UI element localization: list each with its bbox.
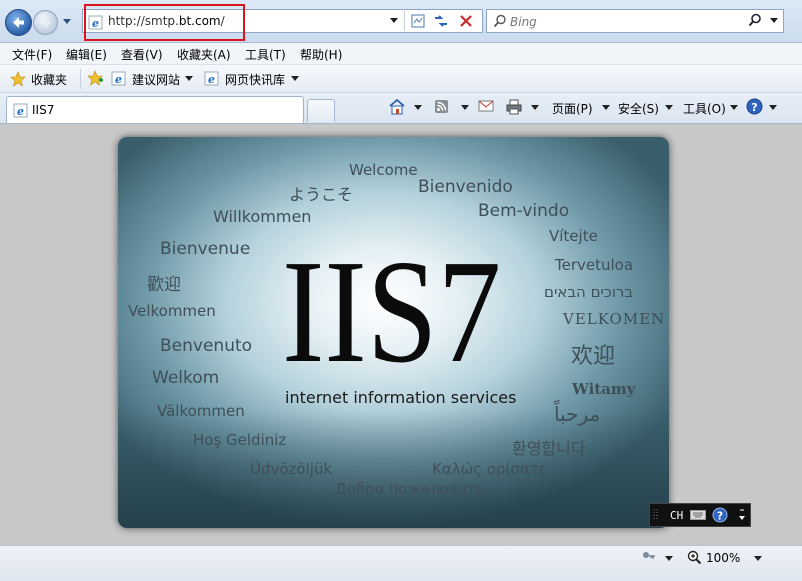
svg-text:e: e xyxy=(115,73,122,86)
menu-file[interactable]: 文件(F) xyxy=(12,46,52,63)
search-options-dropdown-icon[interactable] xyxy=(770,18,778,23)
welcome-word: Welcome xyxy=(349,161,418,179)
svg-text:?: ? xyxy=(717,510,723,523)
tab-iis7[interactable]: e IIS7 xyxy=(6,96,304,123)
feeds-dropdown-icon[interactable] xyxy=(461,105,469,110)
welcome-word: Bienvenido xyxy=(418,177,513,197)
welcome-word: Καλώς ορίσατε xyxy=(432,460,548,478)
search-placeholder[interactable]: Bing xyxy=(510,15,537,29)
safety-menu-button[interactable]: 安全(S) xyxy=(618,100,659,117)
welcome-word: Bienvenue xyxy=(160,239,251,259)
favorites-bar: 收藏夹 e 建议网站 e 网页快讯库 xyxy=(0,65,802,93)
welcome-word: Velkommen xyxy=(128,302,216,320)
home-icon[interactable] xyxy=(388,98,406,115)
back-button[interactable] xyxy=(5,9,32,36)
page-dropdown-icon[interactable] xyxy=(602,105,610,110)
menu-bar: 文件(F) 编辑(E) 查看(V) 收藏夹(A) 工具(T) 帮助(H) xyxy=(0,43,802,65)
read-mail-icon[interactable] xyxy=(478,100,494,112)
zoom-dropdown-icon[interactable] xyxy=(754,556,762,561)
welcome-word: Välkommen xyxy=(157,402,245,420)
suggested-sites-dropdown-icon[interactable] xyxy=(185,76,193,81)
welcome-word: Добро пожаловать xyxy=(335,480,485,498)
refresh-icon[interactable] xyxy=(432,13,450,29)
web-slice-gallery-dropdown-icon[interactable] xyxy=(291,76,299,81)
menu-favorites[interactable]: 收藏夹(A) xyxy=(177,46,231,63)
menu-help[interactable]: 帮助(H) xyxy=(300,46,342,63)
welcome-word: VELKOMEN xyxy=(563,310,666,328)
menu-edit[interactable]: 编辑(E) xyxy=(66,46,107,63)
forward-button[interactable] xyxy=(33,10,58,35)
language-bar-options-icon[interactable] xyxy=(738,507,746,523)
svg-text:e: e xyxy=(17,105,24,118)
favorites-button[interactable]: 收藏夹 xyxy=(31,71,67,88)
page-menu-button[interactable]: 页面(P) xyxy=(552,100,593,117)
security-zone-icon[interactable] xyxy=(641,550,657,564)
iis7-title: IIS7 xyxy=(282,230,502,394)
ie-page-icon: e xyxy=(111,71,126,86)
welcome-word: 환영합니다 xyxy=(512,439,586,458)
status-bar xyxy=(0,545,802,581)
stop-icon[interactable] xyxy=(458,13,474,29)
url-highlight-box xyxy=(84,4,245,41)
favorites-star-icon xyxy=(10,71,26,87)
language-bar-help-icon[interactable]: ? xyxy=(712,507,728,523)
back-arrow-icon xyxy=(13,17,24,28)
welcome-word: Vítejte xyxy=(549,227,598,245)
welcome-word: 欢迎 xyxy=(571,344,616,369)
search-engine-icon xyxy=(493,14,506,28)
welcome-word: ようこそ xyxy=(289,185,354,204)
welcome-word: Hoş Geldiniz xyxy=(193,431,287,449)
new-tab-button[interactable] xyxy=(307,99,335,122)
welcome-word: Willkommen xyxy=(213,207,312,226)
toolbar-separator xyxy=(80,69,81,89)
iis7-subtitle: internet information services xyxy=(285,388,517,407)
forward-arrow-icon xyxy=(40,17,51,28)
welcome-word: مرحباً xyxy=(554,402,601,426)
input-language-label[interactable]: CH xyxy=(670,509,683,522)
safety-dropdown-icon[interactable] xyxy=(665,105,673,110)
security-zone-dropdown-icon[interactable] xyxy=(665,556,673,561)
welcome-word: 歡迎 xyxy=(147,275,181,295)
web-slice-gallery-link[interactable]: 网页快讯库 xyxy=(225,71,285,88)
suggested-sites-link[interactable]: 建议网站 xyxy=(132,71,180,88)
welcome-word: Benvenuto xyxy=(160,336,253,356)
language-bar-grip-icon[interactable] xyxy=(652,507,660,523)
welcome-word: Welkom xyxy=(152,368,220,388)
print-dropdown-icon[interactable] xyxy=(531,105,539,110)
tools-dropdown-icon[interactable] xyxy=(730,105,738,110)
welcome-word: ברוכים הבאים xyxy=(544,283,634,301)
search-icon[interactable] xyxy=(748,13,762,27)
tab-title: IIS7 xyxy=(32,103,55,117)
recent-pages-dropdown-icon[interactable] xyxy=(62,16,72,26)
print-icon[interactable] xyxy=(505,98,523,115)
compatibility-view-icon[interactable] xyxy=(410,13,426,29)
welcome-word: Witamy xyxy=(572,380,636,398)
keyboard-icon[interactable] xyxy=(690,510,706,520)
welcome-word: Tervetuloa xyxy=(555,256,634,274)
address-dropdown-icon[interactable] xyxy=(390,18,398,23)
welcome-word: Üdvözöljük xyxy=(250,460,333,478)
add-to-favorites-icon[interactable] xyxy=(87,70,104,87)
welcome-word: Bem-vindo xyxy=(478,201,570,221)
zoom-level[interactable]: 100% xyxy=(706,551,740,565)
ie-page-icon: e xyxy=(204,71,219,86)
toolbar-separator xyxy=(404,11,405,31)
feeds-icon[interactable] xyxy=(434,99,449,114)
zoom-icon[interactable] xyxy=(687,550,702,565)
menu-tools[interactable]: 工具(T) xyxy=(245,46,286,63)
tools-menu-button[interactable]: 工具(O) xyxy=(683,100,726,117)
help-icon[interactable]: ? xyxy=(746,98,763,115)
home-dropdown-icon[interactable] xyxy=(414,105,422,110)
svg-text:?: ? xyxy=(751,101,757,114)
help-dropdown-icon[interactable] xyxy=(769,105,777,110)
svg-text:e: e xyxy=(208,73,215,86)
menu-view[interactable]: 查看(V) xyxy=(121,46,163,63)
ie-page-icon: e xyxy=(13,103,28,118)
